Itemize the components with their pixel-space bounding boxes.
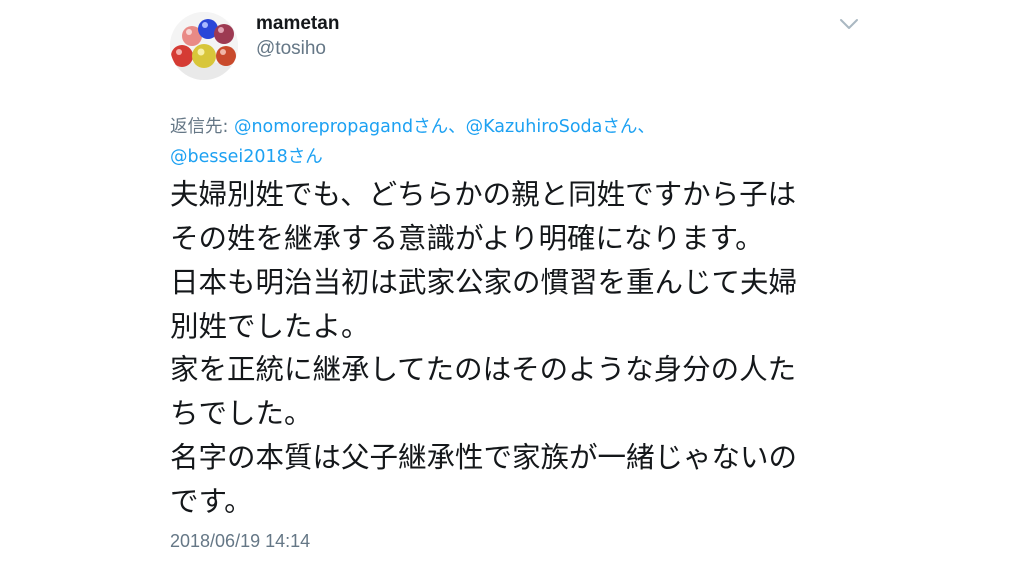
tweet-text-line: 別姓でしたよ。	[170, 310, 370, 343]
tweet: mametan @tosiho 返信先: @nomorepropagandさん、…	[0, 0, 1024, 564]
mention-link[interactable]: @nomorepropagand	[234, 117, 413, 137]
tweet-text-line: 夫婦別姓でも、どちらかの親と同姓ですから子は	[170, 178, 797, 211]
reply-to-line: 返信先: @nomorepropagandさん、@KazuhiroSodaさん、	[170, 113, 850, 138]
tweet-text-line: 名字の本質は父子継承性で家族が一緒じゃないの	[170, 441, 798, 474]
reply-to-line: @bessei2018さん	[170, 143, 850, 168]
mention-link[interactable]: @KazuhiroSoda	[466, 117, 603, 137]
mention-suffix[interactable]: さん	[288, 147, 323, 167]
mention-suffix[interactable]: さん、	[413, 117, 466, 137]
tweet-text-line: その姓を継承する意識がより明確になります。	[170, 222, 764, 255]
mention-suffix[interactable]: さん、	[602, 117, 655, 137]
tweet-text-line: ちでした。	[170, 397, 313, 430]
chevron-down-icon[interactable]	[838, 16, 860, 32]
user-handle[interactable]: @tosiho	[256, 38, 326, 60]
marbles-avatar-icon	[170, 12, 238, 80]
tweet-text-line: 家を正統に継承してたのはそのような身分の人た	[170, 353, 797, 386]
avatar[interactable]	[170, 12, 238, 80]
tweet-text-line: です。	[170, 485, 253, 518]
tweet-text-line: 日本も明治当初は武家公家の慣習を重んじて夫婦	[170, 266, 798, 299]
mention-link[interactable]: @bessei2018	[170, 147, 288, 167]
display-name[interactable]: mametan	[256, 13, 339, 35]
tweet-timestamp[interactable]: 2018/06/19 14:14	[170, 531, 310, 552]
reply-to-prefix: 返信先:	[170, 117, 234, 137]
